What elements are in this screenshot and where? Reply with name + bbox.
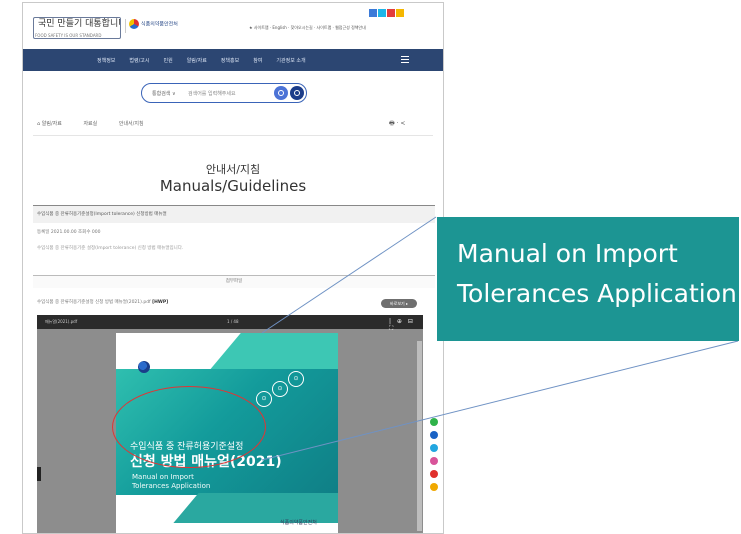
- logo-divider: [125, 19, 126, 33]
- twitter-icon[interactable]: [430, 444, 438, 452]
- breadcrumb-level1[interactable]: 자료실: [83, 120, 97, 127]
- breadcrumb-level2[interactable]: 안내서/지침: [119, 120, 144, 127]
- social-share-top: [369, 9, 404, 17]
- search-input[interactable]: 검색어를 입력해주세요: [188, 90, 236, 97]
- page-title-korean: 안내서/지침: [205, 163, 261, 176]
- attachment-item[interactable]: 수입식품 중 잔류허용기준설정 신청 방법 매뉴얼(2021).pdf [HWP…: [37, 299, 168, 305]
- callout-box: Manual on Import Tolerances Application: [437, 217, 739, 341]
- cover-decor-stripe: [207, 333, 338, 373]
- agency-name: 식품의약품안전처: [141, 21, 178, 28]
- callout-line2: Tolerances Application: [457, 279, 737, 308]
- share-icon[interactable]: [430, 418, 438, 426]
- preview-button[interactable]: 바로보기 ▸: [381, 299, 417, 308]
- breadcrumb-home[interactable]: ⌂ 알림/자료: [37, 120, 62, 127]
- document-description: 수입식품 중 잔류허용기준 설정(Import tolerance) 신청 방법…: [37, 246, 184, 251]
- blog-icon[interactable]: [430, 483, 438, 491]
- cover-organization: 식품의약품안전처: [280, 520, 317, 526]
- nav-item-promotion[interactable]: 정책홍보: [221, 57, 239, 64]
- nav-item-notice[interactable]: 알림/자료: [187, 57, 207, 64]
- viewer-filename: 매뉴얼(2021).pdf: [45, 319, 78, 324]
- site-header: 국민 만들기 대통합니다 FOOD SAFETY IS OUR STANDARD…: [23, 3, 443, 49]
- agency-emblem-icon: [129, 19, 139, 29]
- social-share-side: [430, 418, 440, 496]
- viewer-sidebar-handle[interactable]: [37, 467, 41, 481]
- twitter-icon[interactable]: [378, 9, 386, 17]
- circle-icon: ⊙: [256, 391, 272, 407]
- detail-search-icon[interactable]: [290, 86, 304, 100]
- page-tools[interactable]: 🖶 · <: [389, 119, 405, 129]
- nav-item-policy[interactable]: 정책정보: [97, 57, 115, 64]
- callout-line1: Manual on Import: [457, 239, 678, 268]
- search-bar: 통합검색 ∨ 검색어를 입력해주세요: [141, 83, 307, 103]
- nav-item-participation[interactable]: 참여: [253, 57, 262, 64]
- search-icon[interactable]: [274, 86, 288, 100]
- attachment-filename[interactable]: 수입식품 중 잔류허용기준설정 신청 방법 매뉴얼(2021).pdf: [37, 300, 151, 305]
- breadcrumb-divider: [33, 135, 433, 136]
- nav-item-law[interactable]: 법령/고시: [129, 57, 149, 64]
- agency-logo[interactable]: 식품의약품안전처: [129, 19, 187, 33]
- viewer-zoom-controls[interactable]: | ⊕ ⊟ ⛶: [389, 318, 423, 333]
- main-navigation: 정책정보 법령/고시 민원 알림/자료 정책홍보 참여 기관정보 소개: [23, 49, 443, 71]
- instagram-icon[interactable]: [430, 457, 438, 465]
- hamburger-menu-icon[interactable]: [401, 56, 409, 64]
- utility-links[interactable]: ★ 사이트맵 · English · 찾아오시는길 · 사이트맵 · 웹접근성 …: [249, 25, 366, 31]
- youtube-icon[interactable]: [430, 470, 438, 478]
- nav-item-civil[interactable]: 민원: [164, 57, 173, 64]
- viewer-scrollbar[interactable]: [417, 341, 422, 531]
- facebook-icon[interactable]: [430, 431, 438, 439]
- page-title: Manuals/Guidelines: [159, 177, 307, 195]
- attachment-type-label: [HWP]: [152, 300, 169, 305]
- circle-icon: ⊙: [288, 371, 304, 387]
- cover-title-en-line2: Tolerances Application: [132, 482, 211, 490]
- viewer-page-indicator[interactable]: 1 / 48: [227, 319, 239, 324]
- document-meta: 등록일 2021.00.00 조회수 000: [37, 230, 101, 235]
- mfds-emblem-icon: [138, 361, 150, 373]
- highlight-ellipse: [112, 386, 266, 468]
- search-scope-select[interactable]: 통합검색 ∨: [152, 90, 176, 97]
- circle-icon: ⊙: [272, 381, 288, 397]
- blog-icon[interactable]: [396, 9, 404, 17]
- cover-title-en-line1: Manual on Import: [132, 473, 194, 481]
- nav-item-about[interactable]: 기관정보 소개: [276, 57, 305, 64]
- document-title: 수입식품 중 잔류허용기준설정(Import tolerance) 신청방법 매…: [33, 205, 435, 223]
- breadcrumb: ⌂ 알림/자료 자료실 안내서/지침: [37, 120, 164, 127]
- youtube-icon[interactable]: [387, 9, 395, 17]
- facebook-icon[interactable]: [369, 9, 377, 17]
- viewer-toolbar: 매뉴얼(2021).pdf 1 / 48 | ⊕ ⊟ ⛶: [37, 315, 423, 332]
- site-logo-slogan: FOOD SAFETY IS OUR STANDARD: [35, 33, 102, 38]
- attachment-header: 첨부파일: [33, 275, 435, 288]
